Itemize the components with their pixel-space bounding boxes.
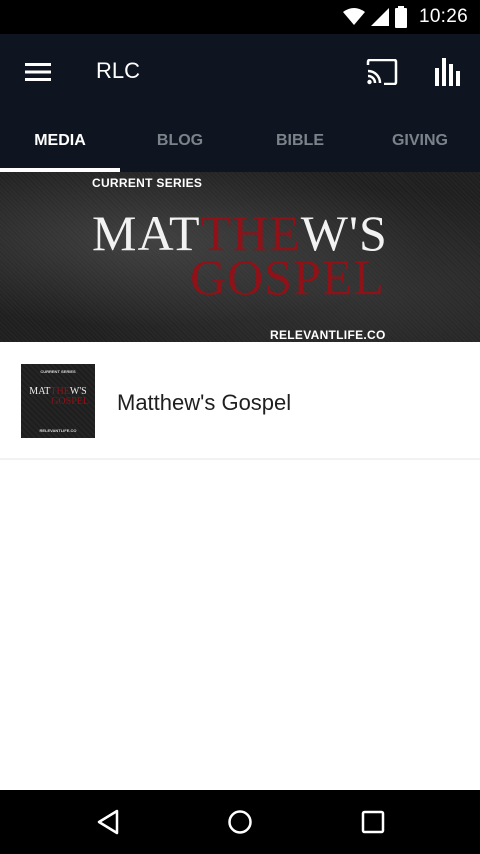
current-series-banner[interactable]: CURRENT SERIES MATTHEW'S GOSPEL RELEVANT… (0, 172, 480, 342)
wifi-icon (342, 8, 365, 25)
equalizer-button[interactable] (428, 54, 468, 90)
status-icons: 10:26 (342, 4, 468, 30)
status-time: 10:26 (418, 6, 468, 27)
battery-icon (394, 6, 407, 28)
back-button[interactable] (80, 802, 136, 842)
thumb-title-line2: GOSPEL (51, 396, 89, 407)
home-icon (228, 810, 252, 834)
menu-icon (25, 63, 51, 81)
app-bar: RLC (0, 34, 480, 110)
back-icon (97, 809, 119, 835)
recents-icon (361, 810, 385, 834)
recents-button[interactable] (345, 802, 401, 842)
navigation-bar (0, 790, 480, 854)
thumb-site: RELEVANTLIFE.CO (39, 428, 77, 433)
tab-giving[interactable]: GIVING (360, 110, 480, 172)
status-bar: 10:26 (0, 0, 480, 34)
list-item[interactable]: CURRENT SERIES MATTHEW'S GOSPEL RELEVANT… (0, 342, 480, 460)
banner-title-line2: GOSPEL (190, 249, 385, 305)
cast-icon (366, 59, 398, 85)
menu-button[interactable] (18, 56, 58, 88)
app-title: RLC (96, 58, 141, 83)
cast-button[interactable] (362, 54, 402, 90)
series-thumbnail: CURRENT SERIES MATTHEW'S GOSPEL RELEVANT… (21, 364, 95, 438)
signal-icon (370, 8, 389, 26)
home-button[interactable] (212, 802, 268, 842)
thumb-kicker: CURRENT SERIES (40, 369, 76, 374)
equalizer-icon (435, 58, 460, 86)
banner-kicker: CURRENT SERIES (92, 176, 203, 190)
tab-blog[interactable]: BLOG (120, 110, 240, 172)
tab-bar: MEDIA BLOG BIBLE GIVING (0, 110, 480, 172)
tab-media[interactable]: MEDIA (0, 110, 120, 172)
banner-title-part1: MAT (92, 205, 201, 261)
series-title: Matthew's Gospel (117, 390, 292, 415)
tab-bible[interactable]: BIBLE (240, 110, 360, 172)
banner-site: RELEVANTLIFE.CO (270, 328, 386, 342)
